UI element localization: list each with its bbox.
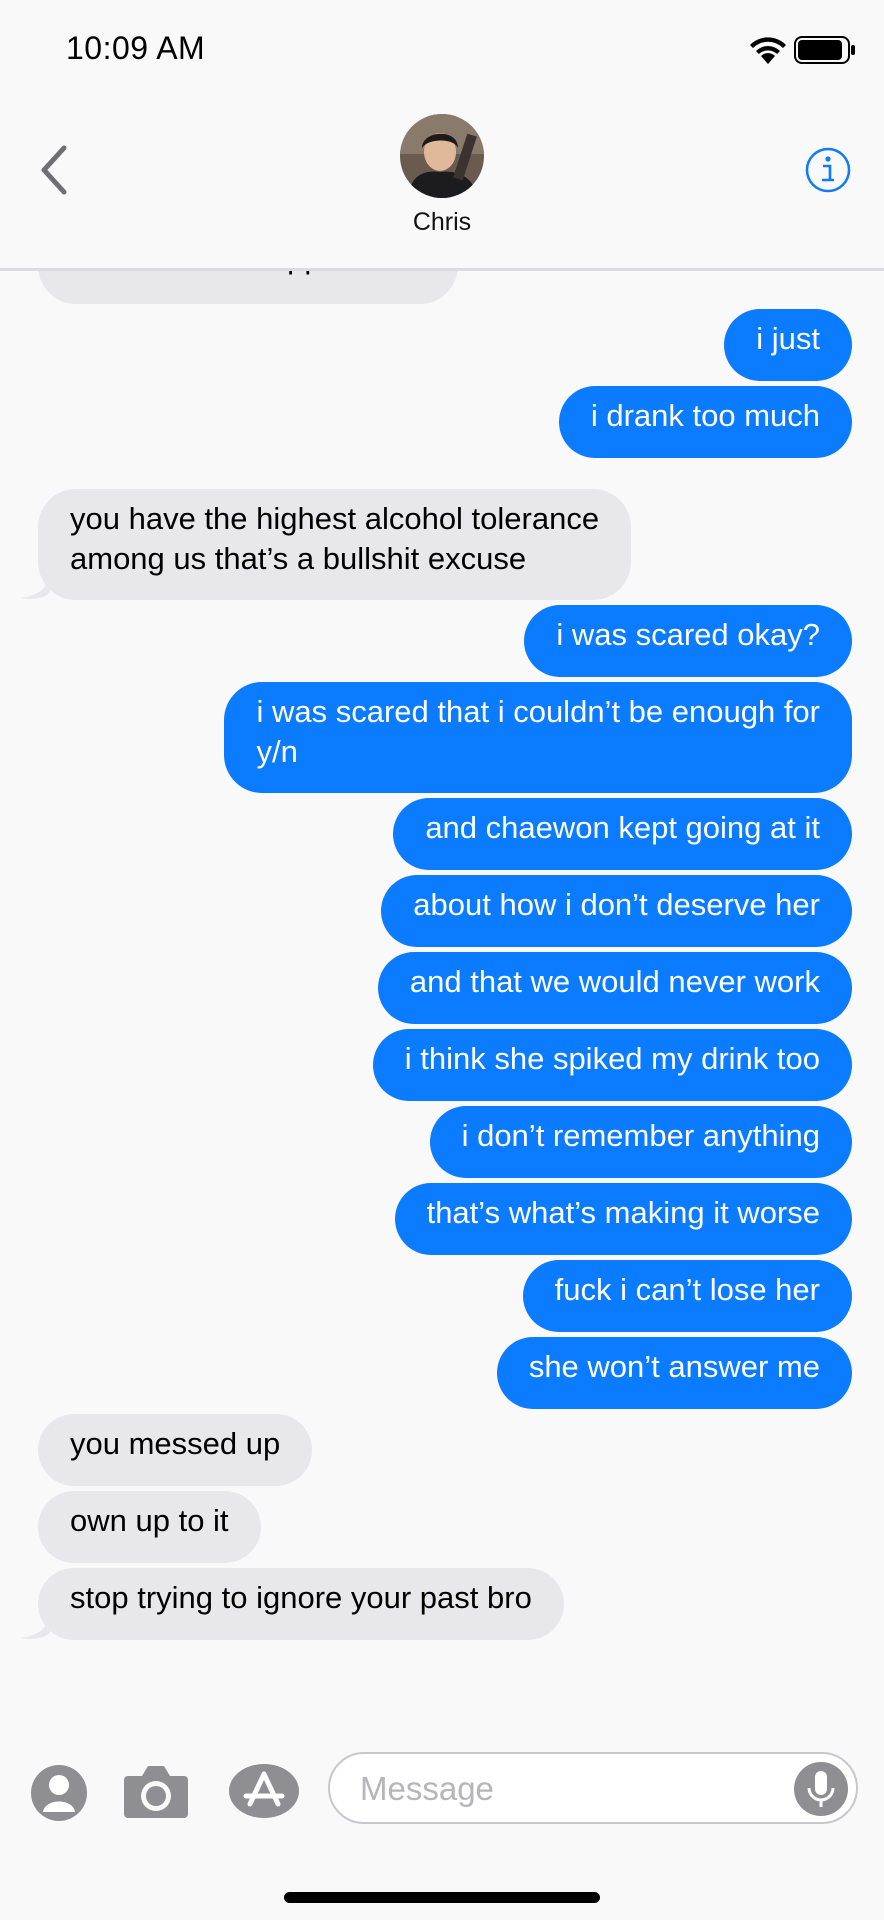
message-bubble-incoming[interactable]: own up to it	[38, 1491, 261, 1563]
message-bubble-incoming[interactable]: you messed up	[38, 1414, 313, 1486]
contact-avatar[interactable]	[400, 114, 484, 198]
status-time: 10:09 AM	[66, 30, 206, 66]
message-bubble-outgoing[interactable]: that’s what’s making it worse	[394, 1183, 852, 1255]
microphone-icon[interactable]	[794, 1762, 848, 1816]
message-input[interactable]: Message	[328, 1752, 858, 1824]
message-bubble-outgoing[interactable]: i don’t remember anything	[429, 1106, 852, 1178]
avatar-photo	[400, 114, 484, 198]
battery-icon	[794, 36, 855, 64]
message-bubble-outgoing[interactable]: and that we would never work	[377, 952, 852, 1024]
contact-name[interactable]: Chris	[0, 208, 884, 237]
status-bar: 10:09 AM	[0, 0, 884, 100]
message-bubble-outgoing[interactable]: she won’t answer me	[496, 1337, 852, 1409]
message-bubble-outgoing[interactable]: fuck i can’t lose her	[522, 1260, 852, 1332]
message-bubble-outgoing[interactable]: and chaewon kept going at it	[393, 798, 852, 870]
message-bubble-outgoing[interactable]: about how i don’t deserve her	[381, 875, 852, 947]
message-bubble-incoming[interactable]: stop trying to ignore your past bro	[38, 1568, 564, 1640]
info-icon[interactable]	[804, 146, 852, 194]
message-bubble-outgoing[interactable]: i was scared okay?	[524, 605, 852, 677]
camera-icon[interactable]	[122, 1762, 190, 1820]
bubble-tail	[20, 1614, 50, 1639]
message-bubble-outgoing[interactable]: i just	[724, 309, 852, 381]
message-bubble-incoming[interactable]: you have the highest alcohol tolerance a…	[38, 489, 632, 600]
message-bubble-outgoing[interactable]: i drank too much	[558, 386, 852, 458]
mic-glyph	[807, 1771, 835, 1807]
compose-bar: Message	[0, 1736, 884, 1836]
back-chevron-icon[interactable]	[34, 142, 74, 198]
wifi-icon	[750, 37, 786, 64]
conversation-header: Chris	[0, 100, 884, 271]
bubble-tail	[20, 574, 50, 599]
message-bubble-outgoing[interactable]: i think she spiked my drink too	[372, 1029, 852, 1101]
message-bubble-outgoing[interactable]: i was scared that i couldn’t be enough f…	[224, 682, 852, 793]
home-indicator[interactable]	[284, 1892, 600, 1903]
app-store-icon[interactable]	[228, 1762, 300, 1820]
contacts-icon[interactable]	[30, 1764, 88, 1822]
message-placeholder: Message	[360, 1770, 494, 1807]
